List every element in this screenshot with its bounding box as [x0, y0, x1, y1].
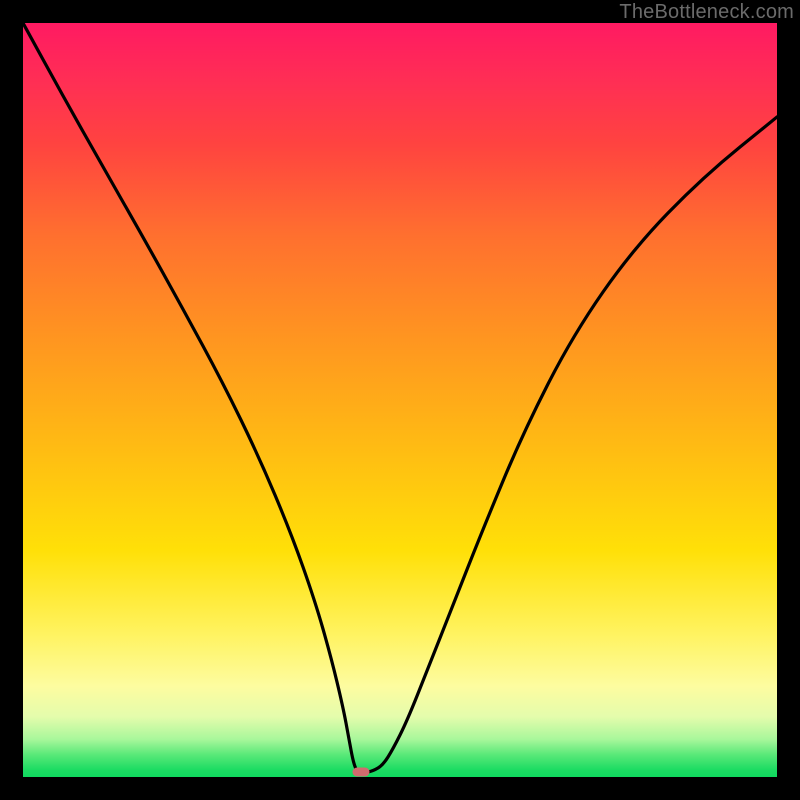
bottleneck-marker: [353, 768, 370, 777]
curve-svg: [23, 23, 777, 777]
plot-area: [23, 23, 777, 777]
bottleneck-curve: [23, 23, 777, 773]
watermark-text: TheBottleneck.com: [619, 1, 794, 24]
chart-frame: TheBottleneck.com: [0, 0, 800, 800]
